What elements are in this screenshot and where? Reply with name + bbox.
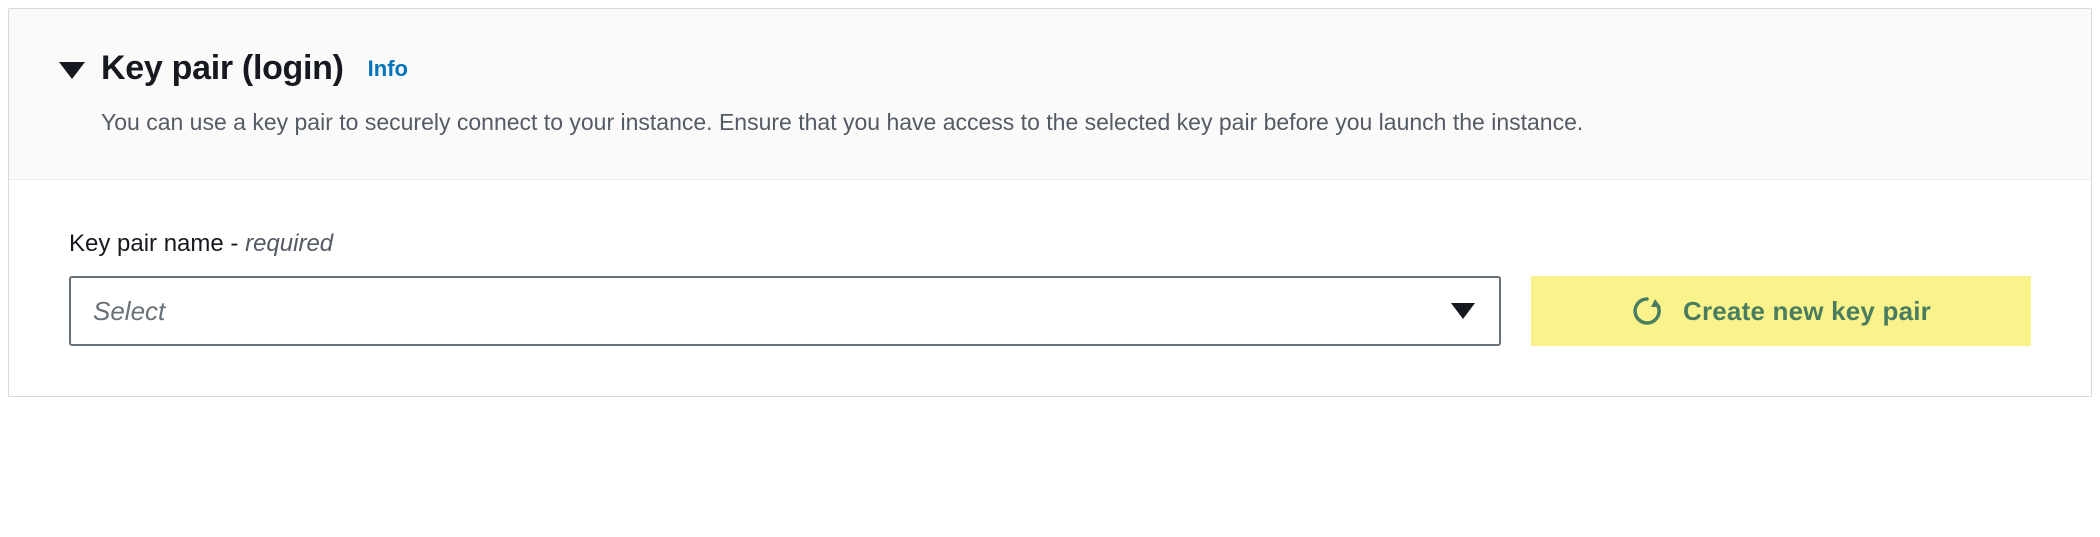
info-link[interactable]: Info — [368, 56, 408, 82]
panel-body: Key pair name - required Select — [9, 179, 2091, 396]
refresh-icon — [1631, 295, 1663, 327]
field-required-text: required — [245, 230, 333, 257]
create-key-pair-label: Create new key pair — [1683, 296, 1931, 327]
key-pair-select[interactable]: Select — [69, 276, 1501, 346]
panel-title: Key pair (login) — [101, 49, 344, 88]
collapse-toggle-icon[interactable] — [59, 59, 85, 79]
panel-header: Key pair (login) Info You can use a key … — [9, 9, 2091, 179]
create-key-pair-button[interactable]: Create new key pair — [1531, 276, 2031, 346]
select-placeholder: Select — [93, 296, 165, 327]
key-pair-panel: Key pair (login) Info You can use a key … — [8, 8, 2092, 397]
panel-title-row: Key pair (login) Info — [59, 49, 2031, 88]
field-row: Select Create new key pair — [69, 276, 2031, 346]
chevron-down-icon — [1451, 303, 1475, 319]
panel-description: You can use a key pair to securely conne… — [101, 106, 1821, 139]
key-pair-name-label: Key pair name - required — [69, 230, 2031, 258]
field-label-text: Key pair name — [69, 230, 224, 257]
